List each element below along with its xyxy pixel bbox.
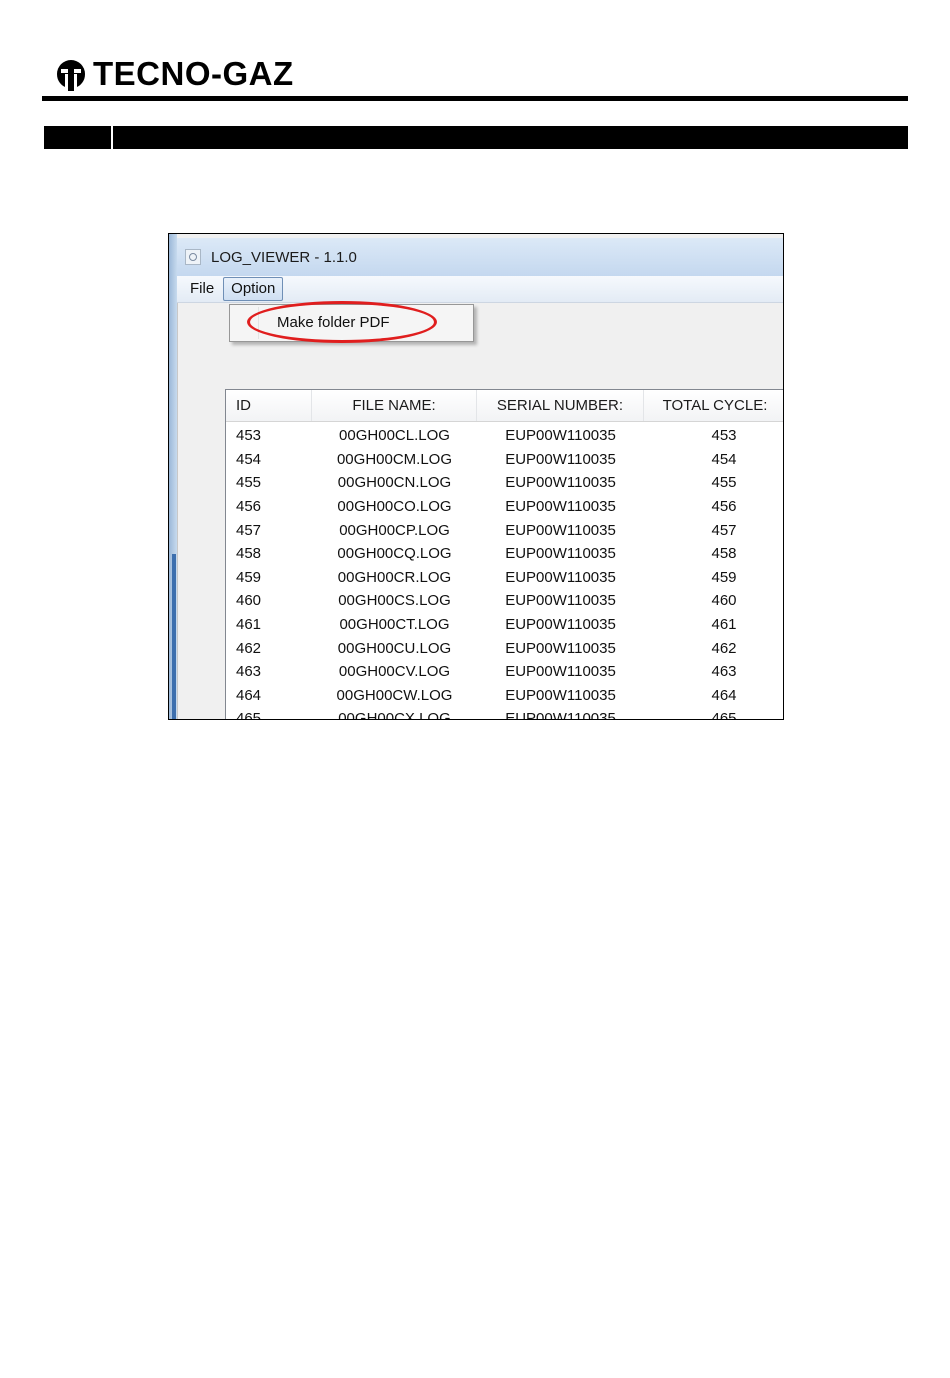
table-row[interactable]: 460 00GH00CS.LOG EUP00W110035 460 (226, 589, 783, 613)
cell-id: 453 (236, 427, 262, 445)
red-highlight-ellipse (247, 301, 437, 343)
cell-id: 465 (236, 710, 262, 720)
cell-total-cycle: 463 (711, 663, 737, 681)
column-header-total-cycle[interactable]: TOTAL CYCLE: (644, 390, 783, 421)
cell-serial-number: EUP00W110035 (505, 545, 616, 563)
cell-total-cycle: 456 (711, 498, 737, 516)
cell-serial-number: EUP00W110035 (505, 686, 616, 704)
cell-total-cycle: 454 (711, 450, 737, 468)
table-row[interactable]: 455 00GH00CN.LOG EUP00W110035 455 (226, 471, 783, 495)
brand-name: TECNO-GAZ (93, 55, 294, 92)
cell-serial-number: EUP00W110035 (505, 427, 616, 445)
cell-serial-number: EUP00W110035 (505, 616, 616, 634)
brand-logo: TECNO-GAZ (55, 56, 294, 92)
section-bar (44, 126, 908, 149)
table-row[interactable]: 453 00GH00CL.LOG EUP00W110035 453 (226, 424, 783, 448)
table-row[interactable]: 465 00GH00CX.LOG EUP00W110035 465 (226, 707, 783, 720)
table-row[interactable]: 464 00GH00CW.LOG EUP00W110035 464 (226, 684, 783, 708)
cell-total-cycle: 460 (711, 592, 737, 610)
cell-file-name: 00GH00CR.LOG (337, 568, 452, 586)
cell-serial-number: EUP00W110035 (505, 521, 616, 539)
cell-id: 454 (236, 450, 262, 468)
cell-file-name: 00GH00CT.LOG (339, 616, 450, 634)
window-frame-accent (172, 554, 176, 719)
table-row[interactable]: 457 00GH00CP.LOG EUP00W110035 457 (226, 518, 783, 542)
menu-file[interactable]: File (183, 278, 221, 300)
list-rows: 453 00GH00CL.LOG EUP00W110035 453 454 00GH00C… (226, 422, 783, 720)
window-title: LOG_VIEWER - 1.1.0 (211, 248, 357, 266)
cell-total-cycle: 465 (711, 710, 737, 720)
cell-file-name: 00GH00CL.LOG (339, 427, 450, 445)
table-row[interactable]: 463 00GH00CV.LOG EUP00W110035 463 (226, 660, 783, 684)
header-rule (42, 96, 908, 101)
app-magnifier-icon (185, 249, 201, 265)
cell-file-name: 00GH00CX.LOG (338, 710, 451, 720)
menu-bar: File Option (177, 276, 783, 303)
cell-file-name: 00GH00CN.LOG (337, 474, 452, 492)
cell-total-cycle: 453 (711, 427, 737, 445)
table-row[interactable]: 461 00GH00CT.LOG EUP00W110035 461 (226, 613, 783, 637)
cell-serial-number: EUP00W110035 (505, 498, 616, 516)
cell-serial-number: EUP00W110035 (505, 450, 616, 468)
cell-total-cycle: 459 (711, 568, 737, 586)
window-titlebar[interactable]: LOG_VIEWER - 1.1.0 (177, 238, 783, 276)
cell-id: 462 (236, 639, 262, 657)
cell-id: 458 (236, 545, 262, 563)
cell-file-name: 00GH00CO.LOG (337, 498, 452, 516)
table-row[interactable]: 454 00GH00CM.LOG EUP00W110035 454 (226, 448, 783, 472)
cell-total-cycle: 458 (711, 545, 737, 563)
cell-serial-number: EUP00W110035 (505, 568, 616, 586)
column-header-serial-number[interactable]: SERIAL NUMBER: (477, 390, 644, 421)
cell-serial-number: EUP00W110035 (505, 592, 616, 610)
table-row[interactable]: 459 00GH00CR.LOG EUP00W110035 459 (226, 566, 783, 590)
cell-file-name: 00GH00CM.LOG (336, 450, 453, 468)
window-frame-left (169, 234, 177, 719)
menu-option[interactable]: Option (223, 277, 284, 301)
cell-file-name: 00GH00CQ.LOG (337, 545, 452, 563)
cell-id: 463 (236, 663, 262, 681)
cell-file-name: 00GH00CW.LOG (336, 686, 453, 704)
cell-serial-number: EUP00W110035 (505, 710, 616, 720)
cell-serial-number: EUP00W110035 (505, 474, 616, 492)
cell-serial-number: EUP00W110035 (505, 663, 616, 681)
cell-id: 464 (236, 686, 262, 704)
list-header: ID FILE NAME: SERIAL NUMBER: TOTAL CYCLE… (226, 390, 783, 422)
cell-file-name: 00GH00CS.LOG (338, 592, 451, 610)
cell-file-name: 00GH00CP.LOG (339, 521, 450, 539)
cell-file-name: 00GH00CV.LOG (338, 663, 451, 681)
cell-id: 456 (236, 498, 262, 516)
cell-total-cycle: 457 (711, 521, 737, 539)
tecnogaz-logo-icon (56, 60, 86, 91)
cell-file-name: 00GH00CU.LOG (337, 639, 452, 657)
section-bar-divider (111, 126, 113, 149)
table-row[interactable]: 456 00GH00CO.LOG EUP00W110035 456 (226, 495, 783, 519)
cell-serial-number: EUP00W110035 (505, 639, 616, 657)
cell-id: 457 (236, 521, 262, 539)
column-header-id[interactable]: ID (226, 390, 312, 421)
app-screenshot: LOG_VIEWER - 1.1.0 File Option ID FILE N… (168, 233, 784, 720)
cell-id: 455 (236, 474, 262, 492)
cell-id: 461 (236, 616, 262, 634)
cell-total-cycle: 455 (711, 474, 737, 492)
cell-total-cycle: 461 (711, 616, 737, 634)
column-header-file-name[interactable]: FILE NAME: (312, 390, 477, 421)
log-list-view[interactable]: ID FILE NAME: SERIAL NUMBER: TOTAL CYCLE… (225, 389, 783, 720)
table-row[interactable]: 462 00GH00CU.LOG EUP00W110035 462 (226, 636, 783, 660)
cell-total-cycle: 462 (711, 639, 737, 657)
cell-id: 460 (236, 592, 262, 610)
cell-total-cycle: 464 (711, 686, 737, 704)
cell-id: 459 (236, 568, 262, 586)
table-row[interactable]: 458 00GH00CQ.LOG EUP00W110035 458 (226, 542, 783, 566)
